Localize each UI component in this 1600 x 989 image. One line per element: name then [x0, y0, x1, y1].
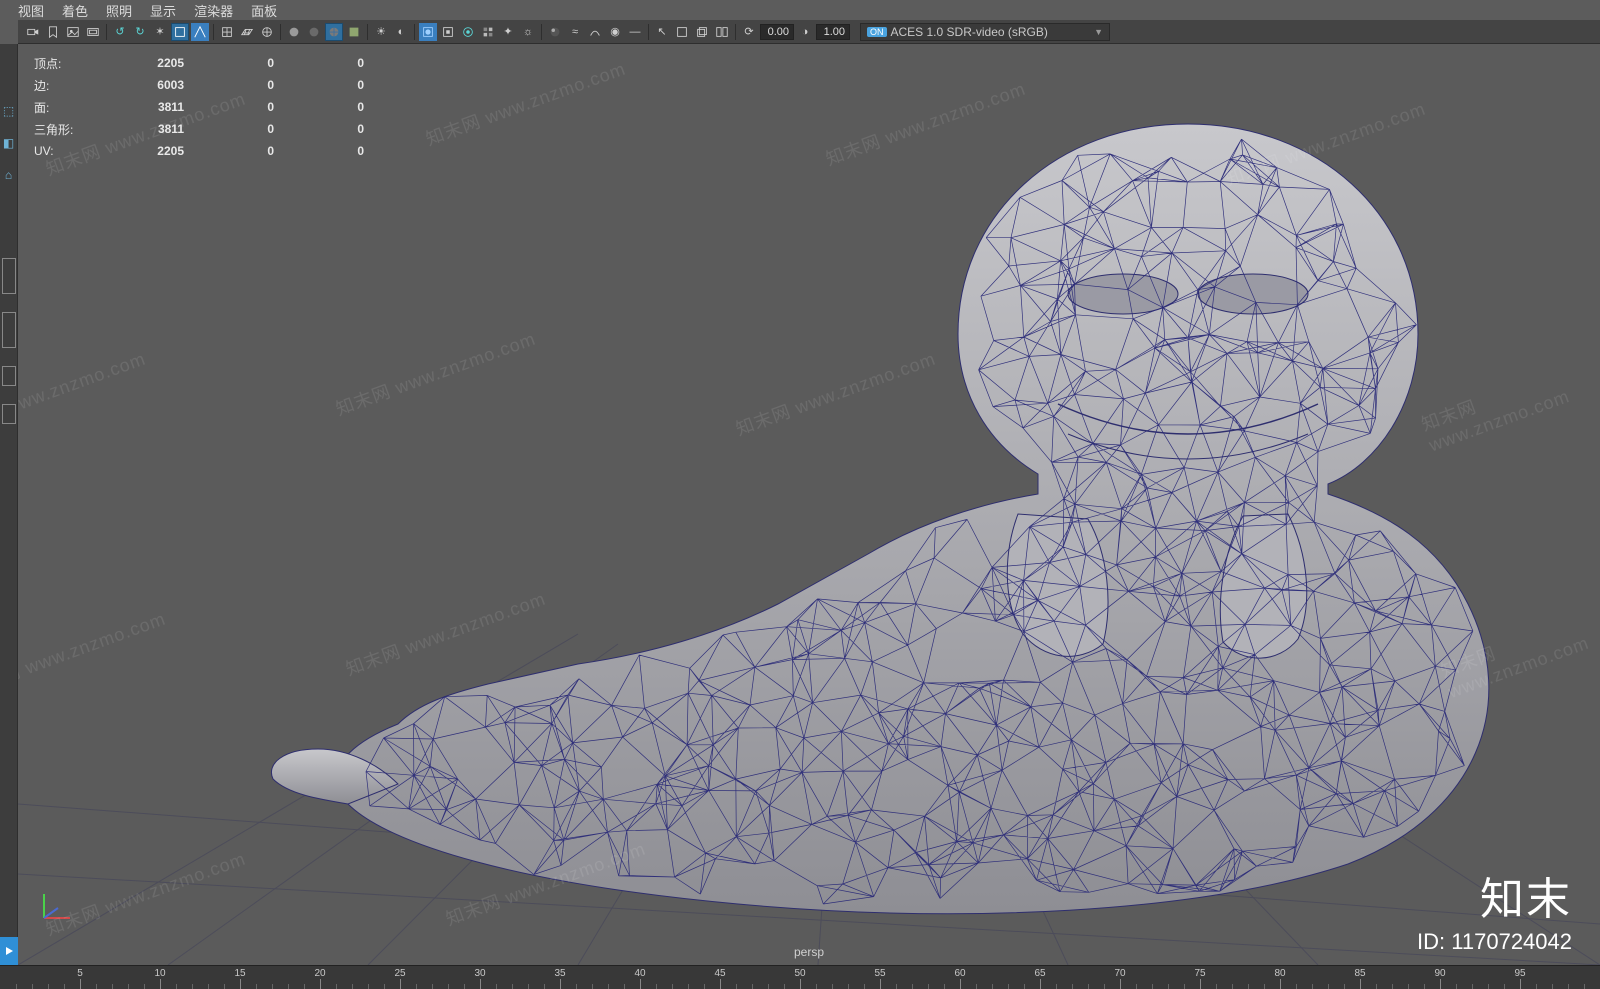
isolate-select-icon[interactable]: [171, 23, 189, 41]
menu-lighting[interactable]: 照明: [106, 1, 132, 20]
restore-icon[interactable]: [693, 23, 711, 41]
viewport-toolbar: ↺ ↻ ✶ ☀ ◐ ✦ ☼ ≈ ◉ — ↖ ⟳ 0.00 ◑ 1.00 ON A…: [18, 20, 1600, 44]
heads-up-display-stats: 顶点: 2205 0 0 边: 6003 0 0 面: 3811 0 0 三角形…: [34, 52, 364, 162]
maximize-icon[interactable]: [673, 23, 691, 41]
brand-name: 知末: [1417, 863, 1572, 927]
menu-panels[interactable]: 面板: [251, 1, 277, 20]
fog-icon[interactable]: —: [626, 23, 644, 41]
grid-plane-icon[interactable]: [238, 23, 256, 41]
ao-icon[interactable]: [546, 23, 564, 41]
rail-tool-3-icon[interactable]: ⌂: [5, 168, 12, 182]
perspective-viewport[interactable]: persp: [18, 44, 1600, 965]
cycle-camera-icon[interactable]: ↻: [131, 23, 149, 41]
use-all-lights-icon[interactable]: ☀: [372, 23, 390, 41]
stats-row-verts: 顶点: 2205 0 0: [34, 52, 364, 74]
viewport-renderer-icon[interactable]: [419, 23, 437, 41]
shading-flat-icon[interactable]: [305, 23, 323, 41]
lock-camera-icon[interactable]: ↺: [111, 23, 129, 41]
anti-alias-icon[interactable]: [586, 23, 604, 41]
light-icon[interactable]: ✦: [499, 23, 517, 41]
toggle-visibility-icon[interactable]: ✶: [151, 23, 169, 41]
shading-smooth-icon[interactable]: [285, 23, 303, 41]
arnold-render-icon[interactable]: [459, 23, 477, 41]
rail-slot-1[interactable]: [2, 258, 16, 294]
time-slider[interactable]: 5101520253035404550556065707580859095: [0, 965, 1600, 989]
left-tool-rail: ⬚ ◧ ⌂: [0, 44, 18, 965]
dof-icon[interactable]: ◉: [606, 23, 624, 41]
wire-on-shaded-icon[interactable]: [325, 23, 343, 41]
camera-name-label: persp: [794, 945, 824, 959]
rail-slot-3[interactable]: [2, 366, 16, 386]
menu-display[interactable]: 显示: [150, 1, 176, 20]
color-management-dropdown[interactable]: ON ACES 1.0 SDR-video (sRGB) ▼: [860, 23, 1110, 41]
select-camera-icon[interactable]: [24, 23, 42, 41]
menu-renderer[interactable]: 渲染器: [194, 1, 233, 20]
layout-icon[interactable]: [713, 23, 731, 41]
hardware-render-icon[interactable]: [439, 23, 457, 41]
bookmark-icon[interactable]: [44, 23, 62, 41]
grid-toggle-icon[interactable]: [218, 23, 236, 41]
pixel-grid-icon[interactable]: [479, 23, 497, 41]
exposure-reset-icon[interactable]: ⟳: [740, 23, 758, 41]
menu-shading[interactable]: 着色: [62, 1, 88, 20]
rail-slot-4[interactable]: [2, 404, 16, 424]
brand-overlay: 知末 ID: 1170724042: [1417, 863, 1572, 955]
xray-toggle-icon[interactable]: [191, 23, 209, 41]
gamma-value[interactable]: 1.00: [816, 24, 850, 40]
color-mgmt-label: ACES 1.0 SDR-video (sRGB): [891, 25, 1048, 39]
stats-row-tris: 三角形: 3811 0 0: [34, 118, 364, 140]
sun-icon[interactable]: ☼: [519, 23, 537, 41]
pointer-icon[interactable]: ↖: [653, 23, 671, 41]
chevron-down-icon: ▼: [1094, 27, 1103, 37]
axis-gizmo: [36, 886, 76, 931]
time-slider-track[interactable]: 5101520253035404550556065707580859095: [0, 965, 1600, 989]
play-button[interactable]: [0, 937, 18, 965]
image-plane-icon[interactable]: [64, 23, 82, 41]
model-wireframe: [18, 44, 1600, 965]
textured-icon[interactable]: [345, 23, 363, 41]
gamma-icon[interactable]: ◑: [796, 23, 814, 41]
wireframe-icon[interactable]: [258, 23, 276, 41]
exposure-value[interactable]: 0.00: [760, 24, 794, 40]
film-gate-icon[interactable]: [84, 23, 102, 41]
brand-id: ID: 1170724042: [1417, 929, 1572, 955]
rail-tool-2-icon[interactable]: ◧: [3, 136, 14, 150]
stats-row-uvs: UV: 2205 0 0: [34, 140, 364, 162]
rail-slot-2[interactable]: [2, 312, 16, 348]
stats-row-edges: 边: 6003 0 0: [34, 74, 364, 96]
motion-blur-icon[interactable]: ≈: [566, 23, 584, 41]
rail-tool-1-icon[interactable]: ⬚: [3, 104, 14, 118]
panel-menu-bar: 视图 着色 照明 显示 渲染器 面板: [18, 0, 277, 20]
stats-row-faces: 面: 3811 0 0: [34, 96, 364, 118]
menu-view[interactable]: 视图: [18, 1, 44, 20]
color-mgmt-on-badge: ON: [867, 27, 887, 37]
shadows-icon[interactable]: ◐: [392, 23, 410, 41]
